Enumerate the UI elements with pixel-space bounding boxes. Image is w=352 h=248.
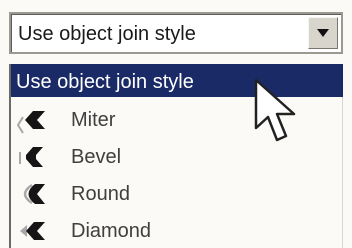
list-item-label: Bevel <box>71 146 122 168</box>
combo-current-value: Use object join style <box>18 23 196 45</box>
chevron-down-icon <box>317 29 329 37</box>
list-item-label: Miter <box>71 109 116 131</box>
diamond-join-icon <box>20 222 45 240</box>
list-item-label: Diamond <box>71 220 152 242</box>
list-item-label: Round <box>71 183 130 205</box>
bevel-join-icon <box>19 147 43 167</box>
join-style-combobox[interactable]: Use object join style <box>9 12 343 54</box>
join-style-dropdown: Use object join style Use object join st… <box>0 0 352 248</box>
miter-join-icon <box>17 111 45 134</box>
round-join-icon <box>23 183 45 205</box>
mouse-pointer-icon <box>254 78 296 142</box>
list-item-label: Use object join style <box>16 71 194 93</box>
list-item-round[interactable]: Round <box>11 176 343 211</box>
list-item-diamond[interactable]: Diamond <box>11 213 343 248</box>
dropdown-arrow-button[interactable] <box>308 17 338 49</box>
